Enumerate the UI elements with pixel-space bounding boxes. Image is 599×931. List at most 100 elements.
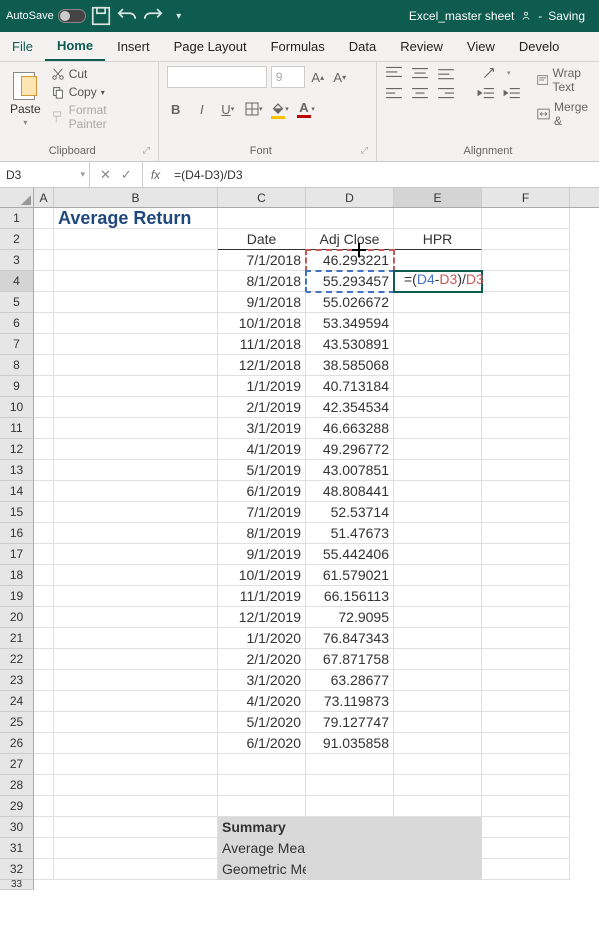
cell[interactable]: 49.296772	[306, 439, 394, 460]
col-header-b[interactable]: B	[54, 188, 218, 207]
cell[interactable]	[394, 775, 482, 796]
cell[interactable]: 53.349594	[306, 313, 394, 334]
row-header[interactable]: 3	[0, 250, 34, 271]
col-header-a[interactable]: A	[34, 188, 54, 207]
cell[interactable]	[54, 649, 218, 670]
cell[interactable]	[54, 754, 218, 775]
cell[interactable]	[34, 628, 54, 649]
cell[interactable]	[394, 565, 482, 586]
format-painter-button[interactable]: Format Painter	[49, 102, 150, 132]
row-header[interactable]: 8	[0, 355, 34, 376]
cell[interactable]	[34, 334, 54, 355]
increase-font-icon[interactable]: A▴	[309, 68, 327, 86]
cell[interactable]	[34, 817, 54, 838]
cell[interactable]	[482, 796, 570, 817]
cell[interactable]	[394, 397, 482, 418]
row-header[interactable]: 31	[0, 838, 34, 859]
decrease-font-icon[interactable]: A▾	[331, 68, 349, 86]
row-header[interactable]: 20	[0, 607, 34, 628]
cell[interactable]: 76.847343	[306, 628, 394, 649]
align-left-icon[interactable]	[385, 86, 403, 100]
paste-button[interactable]: Paste ▾	[8, 66, 43, 143]
menu-view[interactable]: View	[455, 32, 507, 61]
menu-review[interactable]: Review	[388, 32, 455, 61]
cell[interactable]: Adj Close	[306, 229, 394, 250]
cell[interactable]: 8/1/2019	[218, 523, 306, 544]
align-center-icon[interactable]	[411, 86, 429, 100]
cell[interactable]	[482, 439, 570, 460]
cell[interactable]: 55.293457	[306, 271, 394, 292]
cell[interactable]	[54, 439, 218, 460]
cell[interactable]: 6/1/2020	[218, 733, 306, 754]
row-header[interactable]: 26	[0, 733, 34, 754]
enter-formula-icon[interactable]: ✓	[121, 167, 132, 183]
cell[interactable]	[306, 817, 394, 838]
cell[interactable]	[54, 859, 218, 880]
font-name-combo[interactable]	[167, 66, 267, 88]
cell[interactable]: 72.9095	[306, 607, 394, 628]
cell[interactable]	[54, 775, 218, 796]
cell[interactable]	[218, 754, 306, 775]
cell[interactable]: Average Return	[54, 208, 218, 229]
row-header[interactable]: 16	[0, 523, 34, 544]
cell[interactable]	[306, 859, 394, 880]
menu-file[interactable]: File	[0, 32, 45, 61]
cell[interactable]: 11/1/2018	[218, 334, 306, 355]
cell[interactable]	[482, 355, 570, 376]
cell[interactable]	[34, 586, 54, 607]
menu-insert[interactable]: Insert	[105, 32, 162, 61]
row-header[interactable]: 17	[0, 544, 34, 565]
cell[interactable]	[482, 292, 570, 313]
cell[interactable]	[54, 481, 218, 502]
cell[interactable]	[34, 250, 54, 271]
cell[interactable]	[54, 733, 218, 754]
cell[interactable]	[54, 691, 218, 712]
row-header[interactable]: 4	[0, 271, 34, 292]
cell[interactable]	[482, 271, 570, 292]
row-header[interactable]: 11	[0, 418, 34, 439]
select-all-corner[interactable]	[0, 188, 34, 207]
row-header[interactable]: 28	[0, 775, 34, 796]
menu-formulas[interactable]: Formulas	[259, 32, 337, 61]
cell[interactable]	[218, 796, 306, 817]
row-header[interactable]: 5	[0, 292, 34, 313]
cell[interactable]	[34, 796, 54, 817]
cell[interactable]	[34, 607, 54, 628]
cell[interactable]: 43.530891	[306, 334, 394, 355]
cell[interactable]: 3/1/2019	[218, 418, 306, 439]
row-header[interactable]: 15	[0, 502, 34, 523]
row-header[interactable]: 27	[0, 754, 34, 775]
cell[interactable]	[34, 271, 54, 292]
cell[interactable]	[34, 355, 54, 376]
cell[interactable]	[394, 481, 482, 502]
cell[interactable]: 1/1/2019	[218, 376, 306, 397]
cell[interactable]: 10/1/2019	[218, 565, 306, 586]
cell[interactable]	[34, 565, 54, 586]
row-header[interactable]: 22	[0, 649, 34, 670]
cell[interactable]	[34, 502, 54, 523]
cell[interactable]	[54, 334, 218, 355]
cell[interactable]	[482, 481, 570, 502]
cell[interactable]	[34, 523, 54, 544]
cell[interactable]: Summary	[218, 817, 306, 838]
cell[interactable]	[482, 544, 570, 565]
row-header[interactable]: 25	[0, 712, 34, 733]
font-size-combo[interactable]: 9	[271, 66, 305, 88]
cell[interactable]	[482, 607, 570, 628]
cell[interactable]: 48.808441	[306, 481, 394, 502]
cell[interactable]	[482, 376, 570, 397]
cell[interactable]	[482, 208, 570, 229]
autosave-toggle[interactable]: AutoSave	[6, 9, 86, 23]
fx-icon[interactable]: fx	[143, 168, 168, 182]
cell[interactable]: 38.585068	[306, 355, 394, 376]
cell[interactable]: 67.871758	[306, 649, 394, 670]
cell[interactable]	[54, 250, 218, 271]
cell[interactable]	[394, 838, 482, 859]
orientation-icon[interactable]	[481, 66, 499, 80]
menu-data[interactable]: Data	[337, 32, 388, 61]
cell[interactable]: 55.442406	[306, 544, 394, 565]
cell[interactable]: 91.035858	[306, 733, 394, 754]
cell[interactable]	[394, 334, 482, 355]
cell[interactable]	[482, 649, 570, 670]
cell[interactable]: 63.28677	[306, 670, 394, 691]
